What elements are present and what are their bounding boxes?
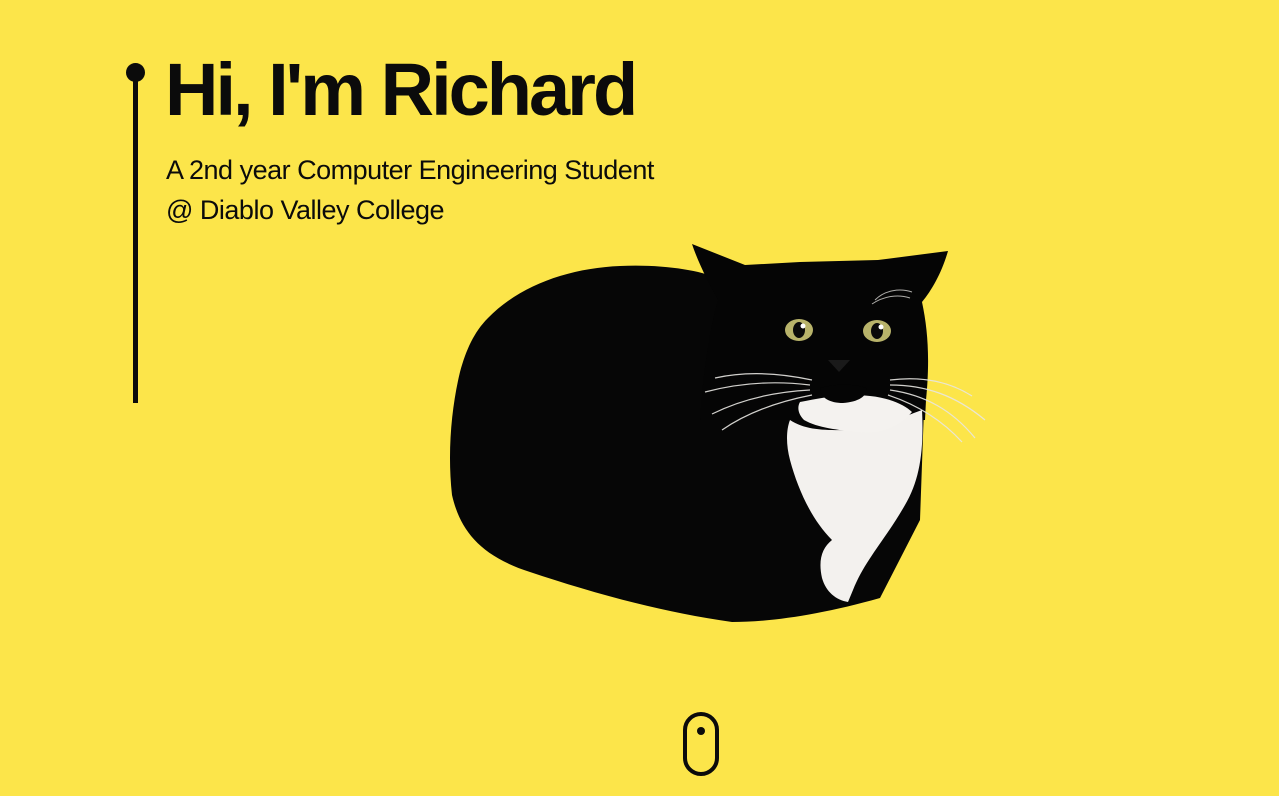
hero-subtitle: A 2nd year Computer Engineering Student …	[166, 150, 654, 230]
timeline-line	[133, 72, 138, 403]
subtitle-line-program: A 2nd year Computer Engineering Student	[166, 155, 654, 185]
mouse-scroll-icon[interactable]	[683, 712, 719, 776]
tuxedo-cat-icon	[449, 244, 986, 622]
hero-section: Hi, I'm Richard A 2nd year Computer Engi…	[0, 0, 1279, 796]
page-title: Hi, I'm Richard	[165, 48, 638, 131]
subtitle-line-college: @ Diablo Valley College	[166, 195, 445, 225]
